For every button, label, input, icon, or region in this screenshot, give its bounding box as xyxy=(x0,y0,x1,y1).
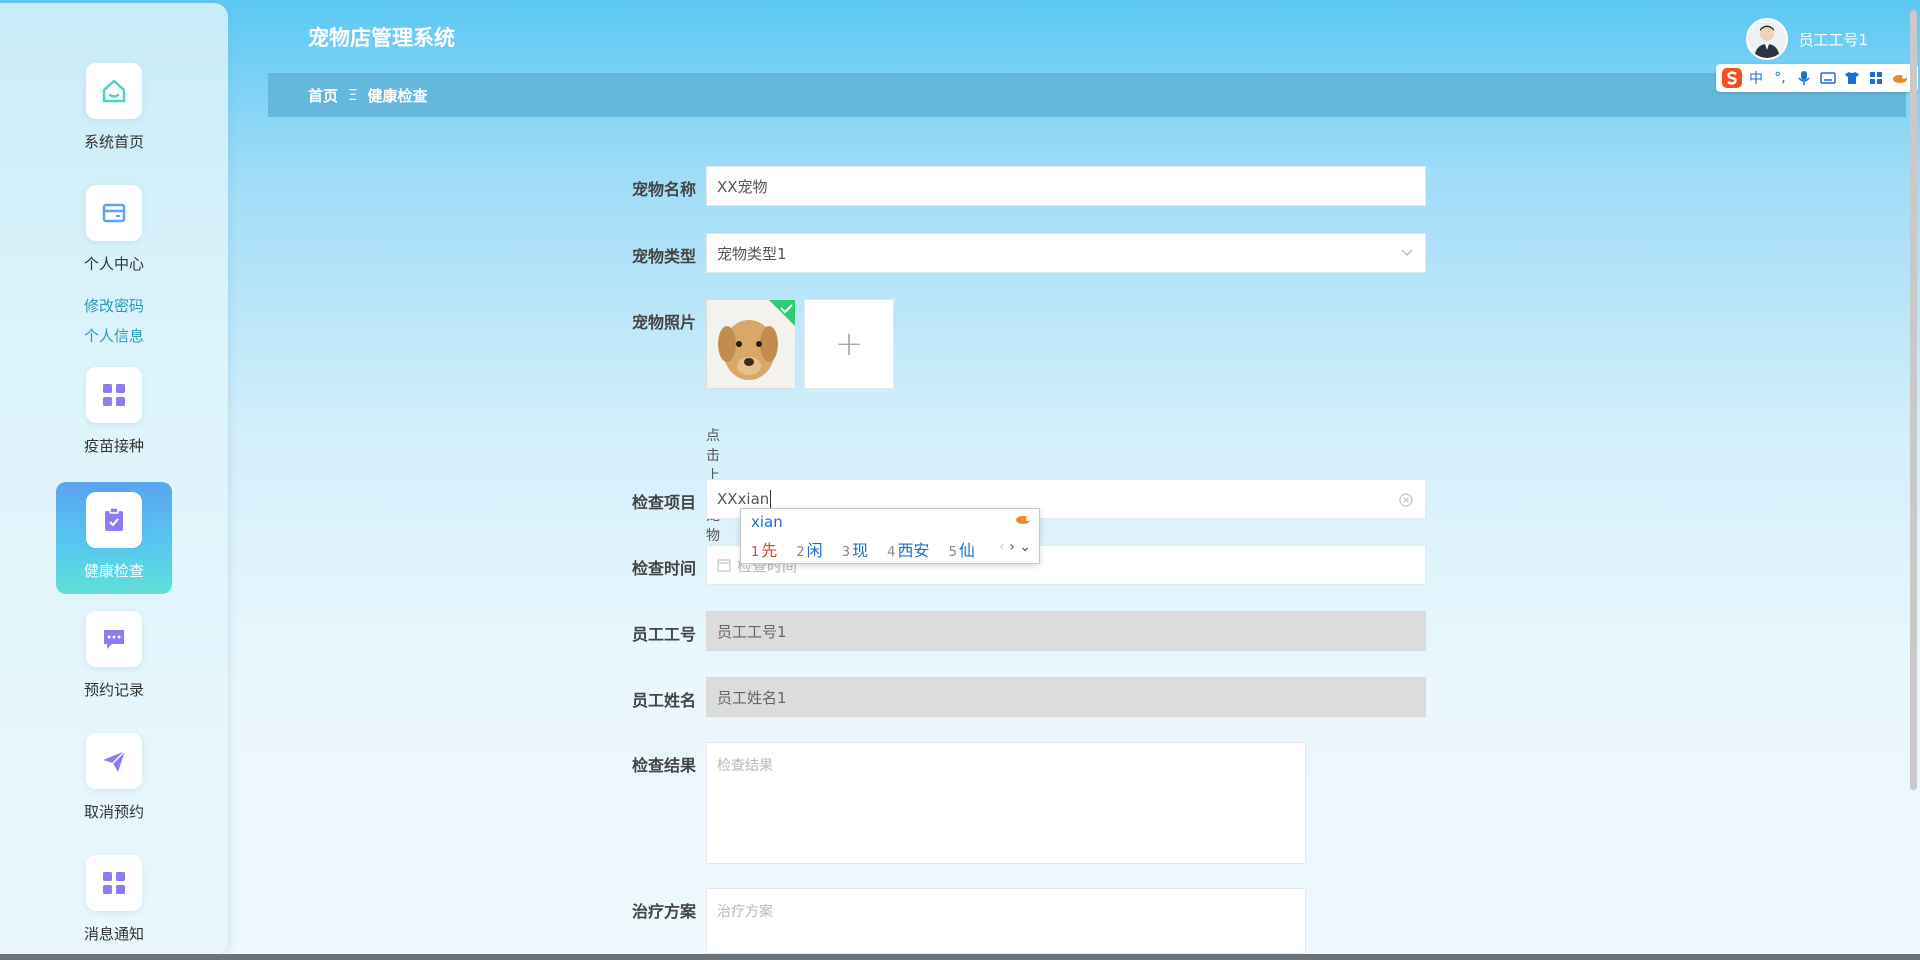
employee-id-label: 员工工号 xyxy=(631,625,696,644)
grid-icon xyxy=(103,384,125,406)
employee-name-label: 员工姓名 xyxy=(631,691,696,710)
sidebar-item-notifications[interactable]: 消息通知 xyxy=(56,855,172,944)
ime-logo-icon[interactable] xyxy=(1720,66,1744,90)
pet-name-label: 宠物名称 xyxy=(631,180,696,199)
sidebar-item-home[interactable]: 系统首页 xyxy=(56,63,172,152)
grid-icon xyxy=(103,872,125,894)
sidebar-item-label: 取消预约 xyxy=(83,803,144,821)
grid-tile xyxy=(86,367,142,423)
toolbox-icon[interactable] xyxy=(1864,66,1888,90)
clipboard-icon xyxy=(105,507,123,531)
keyboard-icon[interactable] xyxy=(1816,66,1840,90)
punctuation-icon[interactable]: °, xyxy=(1768,66,1792,90)
ime-candidate[interactable]: 4 西安 xyxy=(887,541,929,560)
ime-toolbar: 中 °, xyxy=(1716,64,1918,92)
user-menu[interactable]: 员工工号1 xyxy=(1746,18,1868,60)
send-tile xyxy=(86,733,142,789)
app-title: 宠物店管理系统 xyxy=(308,26,455,50)
text-cursor xyxy=(770,490,772,508)
home-tile xyxy=(86,63,142,119)
sidebar-item-label: 疫苗接种 xyxy=(83,437,144,455)
dog-photo xyxy=(707,300,795,388)
chat-icon xyxy=(104,630,124,649)
employee-name-field: 员工姓名1 xyxy=(706,677,1426,717)
sidebar-item-label: 个人中心 xyxy=(83,255,144,273)
scrollbar-thumb[interactable] xyxy=(1910,10,1917,790)
pet-name-input[interactable]: XX宠物 xyxy=(706,166,1426,206)
chevron-down-icon xyxy=(1401,249,1413,257)
sidebar-item-vaccination[interactable]: 疫苗接种 xyxy=(56,367,172,456)
sidebar: 系统首页 个人中心 修改密码 个人信息 疫苗接种 健康检查 预约记录 取消预约 … xyxy=(0,3,228,955)
chevron-left-icon[interactable]: ‹ xyxy=(999,539,1005,555)
chat-tile xyxy=(86,611,142,667)
send-icon xyxy=(103,750,126,772)
sidebar-item-cancel-appointment[interactable]: 取消预约 xyxy=(56,733,172,822)
check-item-label: 检查项目 xyxy=(631,493,696,512)
breadcrumb-home[interactable]: 首页 xyxy=(308,85,338,106)
calendar-icon xyxy=(717,559,731,572)
sidebar-item-appointments[interactable]: 预约记录 xyxy=(56,611,172,700)
grid-tile xyxy=(86,855,142,911)
user-avatar-icon xyxy=(1748,20,1787,58)
check-result-label: 检查结果 xyxy=(631,756,696,775)
sidebar-item-label: 预约记录 xyxy=(83,681,144,699)
home-icon xyxy=(102,79,126,103)
sidebar-item-label: 消息通知 xyxy=(83,925,144,943)
card-tile xyxy=(86,185,142,241)
employee-id-field: 员工工号1 xyxy=(706,611,1426,651)
treatment-textarea[interactable]: 治疗方案 xyxy=(706,888,1306,954)
chevron-down-icon[interactable]: ⌄ xyxy=(1019,539,1031,555)
pet-photo-label: 宠物照片 xyxy=(631,313,696,332)
ime-candidate[interactable]: 3现 xyxy=(842,541,868,560)
chevron-right-icon[interactable]: › xyxy=(1009,539,1015,555)
sidebar-item-label: 健康检查 xyxy=(83,562,144,580)
personal-info-link[interactable]: 个人信息 xyxy=(0,325,228,346)
breadcrumb-current: 健康检查 xyxy=(367,86,428,105)
ime-candidate-popup: xian 1先 2闲 3现 4 西安 5仙 ‹ › ⌄ xyxy=(740,508,1040,564)
pet-type-select[interactable]: 宠物类型1 xyxy=(706,233,1426,273)
pet-photo-thumbnail[interactable] xyxy=(706,299,796,389)
add-photo-button[interactable]: + xyxy=(804,299,894,389)
clipboard-tile xyxy=(86,492,142,548)
sidebar-item-profile[interactable]: 个人中心 xyxy=(56,185,172,274)
avatar xyxy=(1746,18,1789,60)
sidebar-item-health-check[interactable]: 健康检查 xyxy=(56,482,172,594)
breadcrumb-separator: Ξ xyxy=(348,86,358,104)
ime-composition: xian xyxy=(751,513,783,531)
clear-icon[interactable] xyxy=(1399,493,1413,507)
sidebar-item-label: 系统首页 xyxy=(83,133,144,151)
ime-candidate[interactable]: 2闲 xyxy=(796,541,822,560)
ime-candidate[interactable]: 1先 xyxy=(751,541,777,560)
skin-icon[interactable] xyxy=(1840,66,1864,90)
ime-candidate-list: 1先 2闲 3现 4 西安 5仙 xyxy=(751,537,989,561)
ime-page-nav: ‹ › ⌄ xyxy=(999,539,1031,555)
user-name: 员工工号1 xyxy=(1798,30,1868,49)
page-scrollbar[interactable] xyxy=(1906,10,1920,790)
treatment-label: 治疗方案 xyxy=(631,902,696,921)
pet-type-label: 宠物类型 xyxy=(631,247,696,266)
taskbar-edge xyxy=(0,954,1920,960)
breadcrumb: 首页 Ξ 健康检查 xyxy=(268,73,1906,117)
pet-type-value: 宠物类型1 xyxy=(717,244,787,263)
change-password-link[interactable]: 修改密码 xyxy=(0,295,228,316)
check-item-value: XXxian xyxy=(717,490,770,508)
check-time-label: 检查时间 xyxy=(631,559,696,578)
ime-candidate[interactable]: 5仙 xyxy=(949,541,975,560)
check-result-textarea[interactable]: 检查结果 xyxy=(706,742,1306,864)
ime-mascot-icon xyxy=(1016,516,1030,524)
microphone-icon[interactable] xyxy=(1792,66,1816,90)
ime-mode-toggle[interactable]: 中 xyxy=(1744,66,1768,90)
card-icon xyxy=(102,203,126,223)
